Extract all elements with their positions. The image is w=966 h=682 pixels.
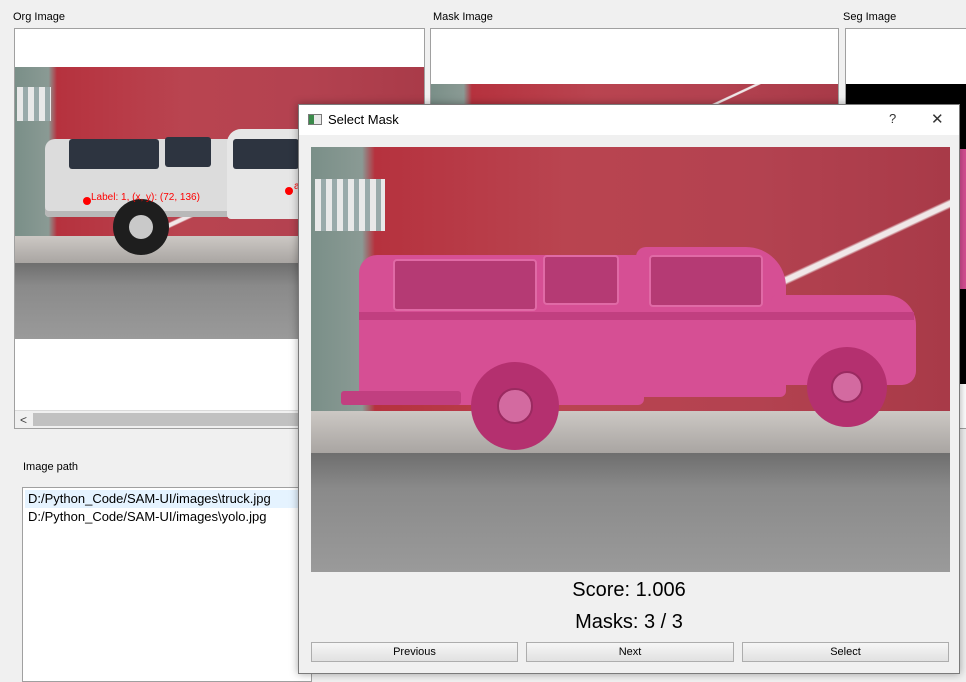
list-item[interactable]: D:/Python_Code/SAM-UI/images\truck.jpg	[25, 490, 306, 508]
masks-counter: Masks: 3 / 3	[575, 611, 683, 633]
select-button[interactable]: Select	[742, 642, 949, 662]
list-item[interactable]: D:/Python_Code/SAM-UI/images\yolo.jpg	[25, 508, 306, 526]
score-text: Score: 1.006	[572, 579, 686, 601]
image-path-label: Image path	[23, 461, 79, 473]
close-icon[interactable]: ✕	[931, 110, 944, 128]
annotation-point-1[interactable]	[83, 197, 91, 205]
dialog-titlebar[interactable]: Select Mask ? ✕	[299, 105, 959, 135]
annotation-label-1: Label: 1, (x, y): (72, 136)	[91, 192, 200, 203]
scroll-left-arrow-icon[interactable]: <	[15, 411, 32, 428]
dialog-title: Select Mask	[328, 112, 399, 127]
previous-button[interactable]: Previous	[311, 642, 518, 662]
scrollbar-thumb[interactable]	[33, 413, 333, 426]
image-path-list[interactable]: D:/Python_Code/SAM-UI/images\truck.jpg D…	[22, 487, 312, 682]
mask-image-label: Mask Image	[433, 11, 493, 23]
app-icon	[308, 114, 322, 125]
annotation-point-2[interactable]	[285, 187, 293, 195]
mask-preview-image	[311, 147, 950, 572]
next-button[interactable]: Next	[526, 642, 734, 662]
seg-image-label: Seg Image	[843, 11, 897, 23]
select-mask-dialog[interactable]: Select Mask ? ✕ Score: 1.006 Masks: 3 / …	[298, 104, 960, 674]
help-icon[interactable]: ?	[889, 111, 896, 126]
org-image-label: Org Image	[13, 11, 65, 23]
